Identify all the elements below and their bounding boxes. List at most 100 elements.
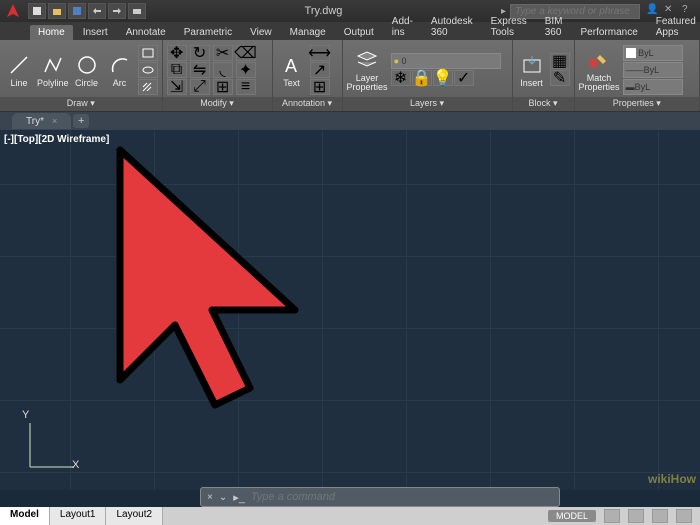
tab-addins[interactable]: Add-ins: [384, 14, 421, 40]
panel-annotation: AText ⟷ ↗ ⊞ Annotation ▾: [273, 40, 343, 111]
line-button[interactable]: Line: [4, 52, 34, 88]
erase-icon[interactable]: ⌫: [236, 45, 256, 61]
edit-block-icon[interactable]: ✎: [550, 70, 570, 86]
close-tab-icon[interactable]: ×: [52, 116, 57, 126]
panel-properties-label[interactable]: Properties ▾: [575, 97, 699, 111]
tab-view[interactable]: View: [242, 25, 280, 40]
ellipse-icon[interactable]: [138, 62, 158, 78]
create-block-icon[interactable]: ▦: [550, 53, 570, 69]
tab-expresstools[interactable]: Express Tools: [483, 14, 535, 40]
qat-open-icon[interactable]: [48, 3, 66, 19]
offset-icon[interactable]: ≡: [236, 79, 256, 95]
linetype-dropdown[interactable]: —— ByL: [623, 62, 683, 78]
qat-save-icon[interactable]: [68, 3, 86, 19]
grid-toggle-icon[interactable]: [604, 509, 620, 523]
tab-insert[interactable]: Insert: [75, 25, 116, 40]
panel-block: Insert ▦ ✎ Block ▾: [513, 40, 575, 111]
cursor-arrow-illustration: [100, 140, 330, 425]
new-tab-button[interactable]: +: [73, 114, 89, 128]
move-icon[interactable]: ✥: [167, 45, 187, 61]
text-icon: A: [280, 52, 304, 78]
circle-icon: [75, 52, 99, 78]
panel-properties: Match Properties ByL —— ByL ▬ ByL Proper…: [575, 40, 700, 111]
qat-new-icon[interactable]: [28, 3, 46, 19]
tab-output[interactable]: Output: [336, 25, 382, 40]
polyline-icon: [41, 52, 65, 78]
ribbon-tabs: Home Insert Annotate Parametric View Man…: [0, 22, 700, 40]
match-properties-icon: [587, 47, 611, 73]
copy-icon[interactable]: ⧉: [167, 62, 187, 78]
app-logo[interactable]: [4, 2, 22, 20]
line-icon: [7, 52, 31, 78]
ortho-toggle-icon[interactable]: [652, 509, 668, 523]
layer-off-icon[interactable]: 💡: [433, 70, 453, 86]
insert-icon: [520, 52, 544, 78]
qat-undo-icon[interactable]: [88, 3, 106, 19]
table-icon[interactable]: ⊞: [310, 79, 330, 95]
layout-tab-model[interactable]: Model: [0, 507, 50, 525]
panel-modify-label[interactable]: Modify ▾: [163, 97, 272, 111]
tab-annotate[interactable]: Annotate: [118, 25, 174, 40]
drawing-viewport[interactable]: [-][Top][2D Wireframe] Y X wikiHow: [0, 130, 700, 490]
stretch-icon[interactable]: ⇲: [167, 79, 187, 95]
close-cmd-icon[interactable]: ×: [207, 492, 213, 503]
circle-button[interactable]: Circle: [72, 52, 102, 88]
tab-performance[interactable]: Performance: [573, 25, 646, 40]
polar-toggle-icon[interactable]: [676, 509, 692, 523]
rectangle-icon[interactable]: [138, 45, 158, 61]
scale-icon[interactable]: ⤢: [190, 79, 210, 95]
watermark: wikiHow: [648, 472, 696, 486]
qat-print-icon[interactable]: [128, 3, 146, 19]
polyline-button[interactable]: Polyline: [37, 52, 69, 88]
lineweight-dropdown[interactable]: ▬ ByL: [623, 79, 683, 95]
layer-freeze-icon[interactable]: ❄: [391, 70, 411, 86]
dimension-icon[interactable]: ⟷: [310, 45, 330, 61]
viewport-label[interactable]: [-][Top][2D Wireframe]: [4, 134, 109, 145]
command-bar: × ⌄ ▸_: [200, 487, 560, 507]
layout-tab-layout2[interactable]: Layout2: [106, 507, 163, 525]
panel-modify: ✥ ⧉ ⇲ ↻ ⇋ ⤢ ✂ ◟ ⊞ ⌫ ✦ ≡ Modify ▾: [163, 40, 273, 111]
text-button[interactable]: AText: [277, 52, 307, 88]
tab-featuredapps[interactable]: Featured Apps: [648, 14, 700, 40]
rotate-icon[interactable]: ↻: [190, 45, 210, 61]
panel-draw: Line Polyline Circle Arc Draw ▾: [0, 40, 163, 111]
hatch-icon[interactable]: [138, 79, 158, 95]
layer-properties-button[interactable]: Layer Properties: [347, 47, 388, 92]
fillet-icon[interactable]: ◟: [213, 62, 233, 78]
quick-access-toolbar: [28, 3, 146, 19]
panel-layers-label[interactable]: Layers ▾: [343, 97, 512, 111]
snap-toggle-icon[interactable]: [628, 509, 644, 523]
layer-lock-icon[interactable]: 🔒: [412, 70, 432, 86]
layout-tab-layout1[interactable]: Layout1: [50, 507, 107, 525]
match-properties-button[interactable]: Match Properties: [579, 47, 620, 92]
panel-block-label[interactable]: Block ▾: [513, 97, 574, 111]
tab-bim360[interactable]: BIM 360: [537, 14, 571, 40]
panel-draw-label[interactable]: Draw ▾: [0, 97, 162, 111]
model-space-button[interactable]: MODEL: [548, 510, 596, 522]
array-icon[interactable]: ⊞: [213, 79, 233, 95]
panel-annotation-label[interactable]: Annotation ▾: [273, 97, 342, 111]
tab-home[interactable]: Home: [30, 25, 73, 40]
layer-properties-icon: [355, 47, 379, 73]
ucs-icon: Y X: [22, 415, 82, 480]
explode-icon[interactable]: ✦: [236, 62, 256, 78]
trim-icon[interactable]: ✂: [213, 45, 233, 61]
insert-block-button[interactable]: Insert: [517, 52, 547, 88]
arc-button[interactable]: Arc: [105, 52, 135, 88]
cmd-prompt-icon: ▸_: [233, 491, 245, 504]
file-tabs: Try*× +: [0, 112, 700, 130]
layer-match-icon[interactable]: ✓: [454, 70, 474, 86]
arc-icon: [108, 52, 132, 78]
command-input[interactable]: [251, 491, 553, 503]
recent-cmd-icon[interactable]: ⌄: [219, 492, 227, 503]
qat-redo-icon[interactable]: [108, 3, 126, 19]
mirror-icon[interactable]: ⇋: [190, 62, 210, 78]
tab-autodesk360[interactable]: Autodesk 360: [423, 14, 481, 40]
leader-icon[interactable]: ↗: [310, 62, 330, 78]
color-dropdown[interactable]: ByL: [623, 45, 683, 61]
panel-layers: Layer Properties ● 0 ❄ 🔒 💡 ✓ Layers ▾: [343, 40, 513, 111]
file-tab-current[interactable]: Try*×: [12, 113, 71, 129]
tab-manage[interactable]: Manage: [282, 25, 334, 40]
layer-dropdown[interactable]: ● 0: [391, 53, 501, 69]
tab-parametric[interactable]: Parametric: [176, 25, 240, 40]
